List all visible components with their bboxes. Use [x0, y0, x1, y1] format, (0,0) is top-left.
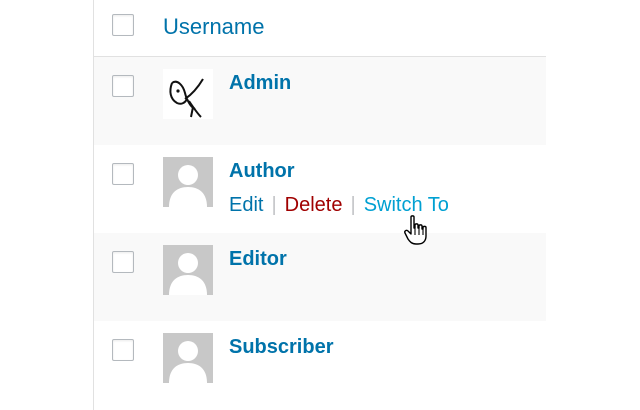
table-header: Username	[94, 0, 546, 57]
row-checkbox[interactable]	[112, 75, 134, 97]
table-row: Author Edit | Delete | Switch To	[94, 145, 546, 233]
custom-drawing-avatar-icon	[169, 78, 204, 118]
table-row: Admin	[94, 57, 546, 145]
username-link[interactable]: Author	[229, 159, 295, 183]
action-separator: |	[271, 194, 277, 216]
row-checkbox[interactable]	[112, 251, 134, 273]
default-person-avatar-icon	[163, 157, 213, 207]
hand-pointer-icon	[404, 215, 427, 245]
table-row: Subscriber	[94, 321, 546, 410]
username-column-header[interactable]: Username	[163, 14, 264, 40]
username-link[interactable]: Admin	[229, 71, 291, 95]
edit-link[interactable]: Edit	[229, 194, 263, 216]
select-all-checkbox[interactable]	[112, 14, 134, 36]
delete-link[interactable]: Delete	[285, 194, 343, 216]
username-link[interactable]: Editor	[229, 247, 287, 271]
avatar	[163, 69, 213, 119]
row-checkbox[interactable]	[112, 339, 134, 361]
users-table: Username Admin Author Edit | Delete | Sw…	[93, 0, 546, 410]
switch-to-link[interactable]: Switch To	[364, 194, 449, 216]
row-checkbox[interactable]	[112, 163, 134, 185]
default-person-avatar-icon	[163, 245, 213, 295]
default-person-avatar-icon	[163, 333, 213, 383]
avatar	[163, 245, 213, 295]
avatar	[163, 333, 213, 383]
username-link[interactable]: Subscriber	[229, 335, 333, 359]
avatar	[163, 157, 213, 207]
table-row: Editor	[94, 233, 546, 321]
action-separator: |	[350, 194, 356, 216]
